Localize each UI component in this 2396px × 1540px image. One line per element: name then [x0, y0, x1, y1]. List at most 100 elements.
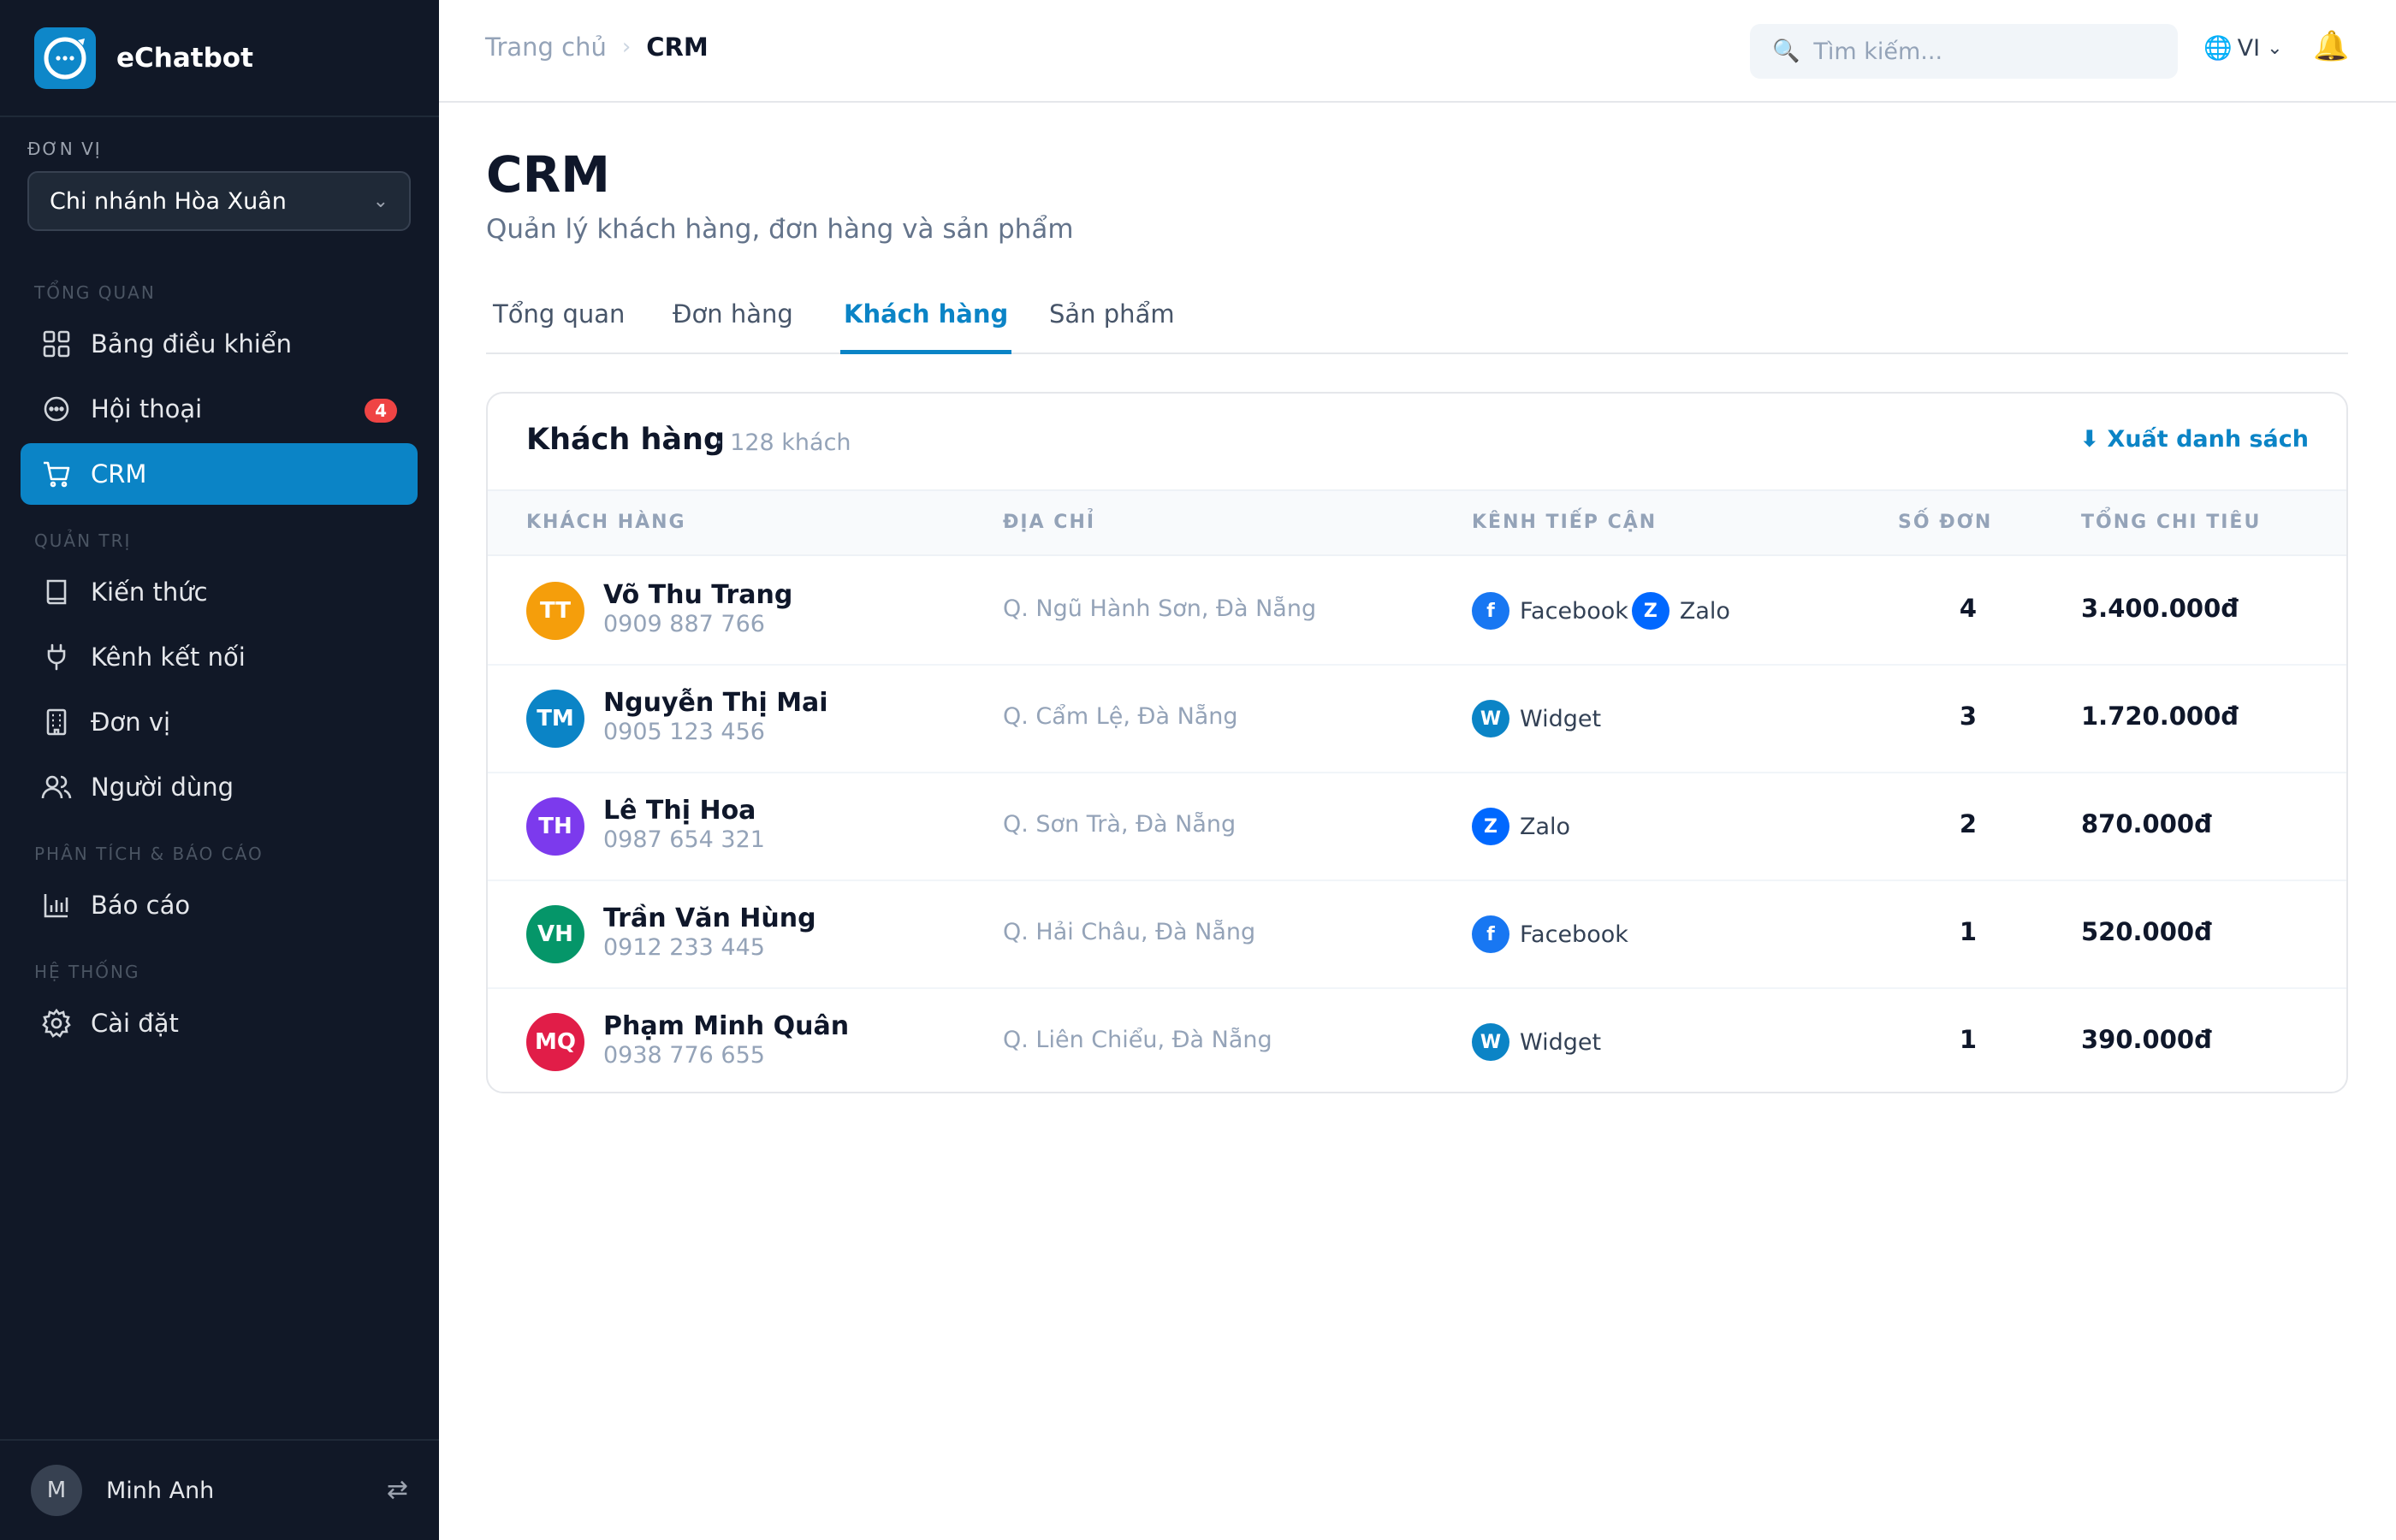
chevron-down-icon: ⌄	[2267, 37, 2283, 59]
customer-address: Q. Ngũ Hành Sơn, Đà Nẵng	[1003, 595, 1317, 622]
channel-tag: W Widget	[1472, 1023, 1601, 1061]
sidebar-item-knowledge[interactable]: Kiến thức	[21, 561, 418, 623]
sidebar-item-users[interactable]: Người dùng	[21, 756, 418, 818]
switch-account-icon[interactable]: ⇄	[387, 1475, 408, 1505]
language-code: VI	[2237, 34, 2261, 62]
page-title: CRM	[486, 145, 610, 204]
channel-list: f Facebook Z Zalo	[1472, 592, 1734, 630]
brand[interactable]: eChatbot	[0, 0, 439, 117]
gear-icon	[39, 1006, 74, 1040]
chat-bubble-icon	[39, 392, 74, 426]
plug-icon	[39, 640, 74, 674]
sidebar-item-crm[interactable]: CRM	[21, 443, 418, 505]
table-row[interactable]: TT Võ Thu Trang 0909 887 766 Q. Ngũ Hành Sơ…	[488, 558, 2346, 666]
channel-tag: f Facebook	[1472, 592, 1628, 630]
channel-list: Z Zalo	[1472, 808, 1574, 845]
globe-icon: 🌐	[2203, 35, 2233, 62]
customer-name[interactable]: Nguyễn Thị Mai	[603, 688, 828, 718]
unit-select[interactable]: Chi nhánh Hòa Xuân ⌄	[27, 171, 411, 231]
tab-customers[interactable]: Khách hàng	[840, 299, 1012, 354]
user-name: Minh Anh	[106, 1477, 215, 1504]
avatar: MQ	[526, 1013, 584, 1071]
order-count: 4	[1959, 594, 1978, 623]
bell-icon[interactable]: 🔔	[2313, 29, 2349, 63]
breadcrumb: Trang chủ › CRM	[485, 33, 709, 62]
customer-name[interactable]: Võ Thu Trang	[603, 580, 792, 610]
total-spent: 1.720.000đ	[2081, 702, 2239, 731]
customer-name[interactable]: Trần Văn Hùng	[603, 903, 816, 933]
card-header: Khách hàng · 128 khách ⬇ Xuất danh sách	[488, 394, 2346, 489]
avatar: M	[31, 1465, 82, 1516]
sidebar-item-channels[interactable]: Kênh kết nối	[21, 626, 418, 688]
customer-name[interactable]: Lê Thị Hoa	[603, 796, 756, 826]
widget-icon: W	[1472, 1023, 1509, 1061]
export-button[interactable]: ⬇ Xuất danh sách	[2080, 426, 2310, 453]
customer-address: Q. Cẩm Lệ, Đà Nẵng	[1003, 703, 1238, 730]
breadcrumb-home[interactable]: Trang chủ	[485, 33, 607, 62]
channel-list: f Facebook	[1472, 915, 1632, 953]
column-header-address: ĐỊA CHỈ	[1003, 512, 1096, 533]
shopping-cart-icon	[39, 457, 74, 491]
customer-name[interactable]: Phạm Minh Quân	[603, 1011, 849, 1041]
order-count: 1	[1959, 917, 1978, 946]
customers-card: Khách hàng · 128 khách ⬇ Xuất danh sách …	[486, 392, 2348, 1093]
users-icon	[39, 770, 74, 804]
tab-orders[interactable]: Đơn hàng	[673, 299, 793, 354]
customer-phone: 0905 123 456	[603, 719, 765, 745]
card-title: Khách hàng	[526, 423, 726, 457]
avatar: VH	[526, 905, 584, 963]
chevron-right-icon: ›	[621, 34, 632, 60]
tab-overview[interactable]: Tổng quan	[493, 299, 625, 354]
unit-label: ĐƠN VỊ	[27, 139, 102, 159]
page-subtitle: Quản lý khách hàng, đơn hàng và sản phẩm	[486, 214, 1074, 245]
sidebar-item-label: Cài đặt	[91, 1009, 179, 1038]
chatbot-logo-icon	[34, 27, 96, 89]
total-spent: 3.400.000đ	[2081, 594, 2239, 623]
customer-address: Q. Liên Chiểu, Đà Nẵng	[1003, 1027, 1272, 1053]
section-label-overview: TỔNG QUAN	[34, 282, 156, 303]
sidebar-item-conversations[interactable]: Hội thoại 4	[21, 378, 418, 440]
customer-address: Q. Sơn Trà, Đà Nẵng	[1003, 811, 1237, 838]
facebook-icon: f	[1472, 592, 1509, 630]
channel-label: Widget	[1520, 1028, 1602, 1056]
sidebar-item-label: Báo cáo	[91, 891, 191, 920]
channel-list: W Widget	[1472, 1023, 1604, 1061]
sidebar-item-reports[interactable]: Báo cáo	[21, 874, 418, 936]
total-spent: 390.000đ	[2081, 1025, 2212, 1054]
sidebar-item-settings[interactable]: Cài đặt	[21, 992, 418, 1054]
sidebar-item-dashboard[interactable]: Bảng điều khiển	[21, 313, 418, 375]
order-count: 1	[1959, 1025, 1978, 1054]
channel-label: Zalo	[1679, 597, 1730, 625]
table-row[interactable]: TM Nguyễn Thị Mai 0905 123 456 Q. Cẩm Lệ, Đ…	[488, 666, 2346, 773]
channel-label: Facebook	[1520, 921, 1628, 948]
sidebar-item-label: Kênh kết nối	[91, 643, 246, 672]
table-row[interactable]: VH Trần Văn Hùng 0912 233 445 Q. Hải Châu, …	[488, 881, 2346, 989]
breadcrumb-current: CRM	[646, 33, 709, 62]
sidebar-item-label: Người dùng	[91, 773, 234, 802]
avatar: TM	[526, 690, 584, 748]
search-input[interactable]: 🔍 Tìm kiếm...	[1750, 24, 2178, 79]
zalo-icon: Z	[1631, 592, 1669, 630]
user-profile[interactable]: M Minh Anh ⇄	[0, 1439, 439, 1540]
tab-bar: Tổng quan Đơn hàng Khách hàng Sản phẩm	[486, 291, 2348, 354]
channel-list: W Widget	[1472, 700, 1604, 737]
app-name: eChatbot	[116, 42, 253, 74]
building-icon	[39, 705, 74, 739]
table-row[interactable]: TH Lê Thị Hoa 0987 654 321 Q. Sơn Trà, Đà N…	[488, 773, 2346, 881]
sidebar-item-units[interactable]: Đơn vị	[21, 691, 418, 753]
sidebar-item-label: Hội thoại	[91, 394, 203, 424]
channel-tag: f Facebook	[1472, 915, 1628, 953]
sidebar: eChatbot ĐƠN VỊ Chi nhánh Hòa Xuân ⌄ TỔN…	[0, 0, 439, 1540]
topbar: Trang chủ › CRM 🔍 Tìm kiếm... 🌐 VI ⌄ 🔔	[439, 0, 2396, 103]
bar-chart-icon	[39, 888, 74, 922]
sidebar-item-label: Bảng điều khiển	[91, 329, 293, 358]
sidebar-item-label: Kiến thức	[91, 578, 208, 607]
customer-address: Q. Hải Châu, Đà Nẵng	[1003, 919, 1256, 945]
section-label-admin: QUẢN TRỊ	[34, 530, 132, 551]
book-icon	[39, 575, 74, 609]
tab-products[interactable]: Sản phẩm	[1049, 299, 1175, 354]
channel-label: Facebook	[1520, 597, 1628, 625]
language-switcher[interactable]: 🌐 VI ⌄	[2203, 34, 2283, 62]
sidebar-item-label: Đơn vị	[91, 708, 171, 737]
table-row[interactable]: MQ Phạm Minh Quân 0938 776 655 Q. Liên Chiể…	[488, 989, 2346, 1092]
